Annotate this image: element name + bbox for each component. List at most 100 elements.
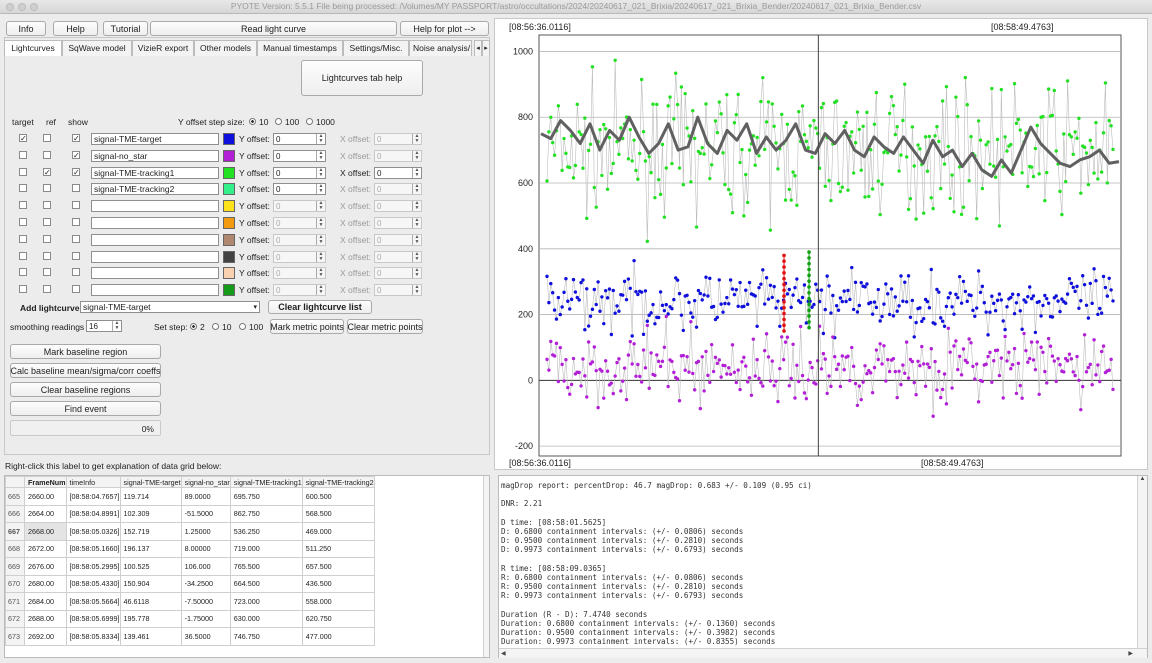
scroll-up-icon[interactable]: ▲ <box>1138 476 1147 482</box>
curve-name-field[interactable] <box>91 250 219 263</box>
report-vertical-scrollbar[interactable]: ▲ <box>1137 476 1147 648</box>
table-cell[interactable]: 600.500 <box>301 487 375 506</box>
stepper-arrows-icon[interactable]: ▲ ▼ <box>412 167 421 178</box>
show-checkbox[interactable]: ✓ <box>72 134 80 143</box>
curve-name-field[interactable]: signal-TME-tracking2 <box>91 183 219 196</box>
ref-checkbox[interactable] <box>43 218 51 226</box>
curve-name-field[interactable]: signal-TME-target <box>91 133 219 145</box>
stepper-arrows-icon[interactable]: ▲ ▼ <box>316 150 325 161</box>
stepper-arrows-icon[interactable]: ▲ ▼ <box>316 218 325 228</box>
ref-checkbox[interactable]: ✓ <box>43 167 51 176</box>
target-checkbox[interactable] <box>19 251 27 260</box>
tab-scroll-right-icon[interactable]: ▸ <box>482 40 490 56</box>
table-cell[interactable]: 46.6118 <box>119 592 182 611</box>
target-checkbox[interactable] <box>19 150 27 159</box>
grid-column-header[interactable]: FrameNum <box>24 476 67 488</box>
table-cell[interactable]: [08:58:05.6999] <box>65 609 121 628</box>
table-cell[interactable]: 536.250 <box>229 522 303 541</box>
row-number[interactable]: 667 <box>5 522 25 541</box>
clear-metric-points-button[interactable]: Clear metric points <box>347 319 423 334</box>
lightcurve-plot[interactable]: -200 0 200 400 600 800 1000 [08:56:36.0116] [08:… <box>495 19 1149 471</box>
table-cell[interactable]: 89.0000 <box>180 487 231 506</box>
table-cell[interactable]: 695.750 <box>229 487 303 506</box>
table-cell[interactable]: 36.5000 <box>180 627 231 646</box>
ref-checkbox[interactable] <box>43 234 51 243</box>
table-cell[interactable]: 2672.00 <box>24 539 67 558</box>
table-cell[interactable]: 139.461 <box>119 627 182 646</box>
table-cell[interactable]: 620.750 <box>301 609 375 628</box>
show-checkbox[interactable] <box>72 218 80 226</box>
find-event-button[interactable]: Find event <box>10 401 161 416</box>
y-offset-stepper[interactable]: 0 ▲ ▼ <box>273 200 326 213</box>
scroll-right-icon[interactable]: ▶ <box>1128 650 1133 657</box>
ref-checkbox[interactable] <box>43 134 51 142</box>
stepper-arrows-icon[interactable]: ▲ ▼ <box>316 285 325 296</box>
table-cell[interactable]: 765.500 <box>229 557 303 576</box>
show-checkbox[interactable] <box>72 184 80 193</box>
table-cell[interactable]: 195.778 <box>119 609 182 628</box>
lightcurves-tab-help-button[interactable]: Lightcurves tab help <box>301 60 423 96</box>
table-cell[interactable]: -7.50000 <box>180 592 231 611</box>
tab-settings-misc[interactable]: Settings/Misc. <box>343 40 409 56</box>
mark-baseline-region-button[interactable]: Mark baseline region <box>10 344 161 359</box>
target-checkbox[interactable] <box>19 167 27 176</box>
table-cell[interactable]: [08:58:05.5664] <box>65 592 121 611</box>
curve-color-swatch[interactable] <box>223 200 235 213</box>
row-number[interactable]: 668 <box>5 539 25 558</box>
table-cell[interactable]: 1.25000 <box>180 522 231 541</box>
clear-lightcurve-list-button[interactable]: Clear lightcurve list <box>268 300 372 314</box>
step-100-radio[interactable] <box>275 118 282 125</box>
tutorial-button[interactable]: Tutorial <box>103 21 148 36</box>
curve-name-field[interactable] <box>91 284 219 297</box>
curve-name-field[interactable] <box>91 267 219 280</box>
table-cell[interactable]: [08:58:04.7657] <box>65 487 121 506</box>
stepper-arrows-icon[interactable]: ▲ ▼ <box>316 234 325 245</box>
table-cell[interactable]: 152.719 <box>119 522 182 541</box>
report-horizontal-scrollbar[interactable]: ◀ ▶ <box>499 648 1147 658</box>
table-cell[interactable]: [08:58:05.0326] <box>65 522 121 541</box>
table-row[interactable]: 672 2688.00 [08:58:05.6999] 195.778 -1.75000… <box>5 609 375 628</box>
stepper-arrows-icon[interactable]: ▲ ▼ <box>316 268 325 279</box>
ref-checkbox[interactable] <box>43 201 51 210</box>
stepper-arrows-icon[interactable]: ▲ ▼ <box>412 251 421 262</box>
show-checkbox[interactable] <box>72 268 80 277</box>
show-checkbox[interactable]: ✓ <box>72 167 80 176</box>
show-checkbox[interactable] <box>72 251 80 260</box>
row-number[interactable]: 669 <box>5 557 25 576</box>
y-offset-stepper[interactable]: 0 ▲ ▼ <box>273 149 326 162</box>
ref-checkbox[interactable] <box>43 285 51 294</box>
table-cell[interactable]: 119.714 <box>119 487 182 506</box>
table-cell[interactable]: 102.309 <box>119 504 182 523</box>
curve-color-swatch[interactable] <box>223 166 235 179</box>
stepper-arrows-icon[interactable]: ▲ ▼ <box>412 234 421 245</box>
curve-color-swatch[interactable] <box>223 284 235 297</box>
table-cell[interactable]: [08:58:05.2995] <box>65 557 121 576</box>
stepper-arrows-icon[interactable]: ▲ ▼ <box>412 268 421 279</box>
x-offset-stepper[interactable]: 0 ▲ ▼ <box>374 233 422 246</box>
show-checkbox[interactable]: ✓ <box>72 150 80 159</box>
x-offset-stepper[interactable]: 0 ▲ ▼ <box>374 284 422 297</box>
curve-name-field[interactable] <box>91 200 219 213</box>
table-cell[interactable]: 719.000 <box>229 539 303 558</box>
set-step-10-radio[interactable] <box>212 323 219 330</box>
ref-checkbox[interactable] <box>43 268 51 277</box>
help-button[interactable]: Help <box>53 21 98 36</box>
target-checkbox[interactable] <box>19 184 27 193</box>
tab-vizier-export[interactable]: VizieR export <box>132 40 194 56</box>
show-checkbox[interactable] <box>72 234 80 243</box>
tab-manual-timestamps[interactable]: Manual timestamps <box>257 40 343 56</box>
y-offset-stepper[interactable]: 0 ▲ ▼ <box>273 233 326 246</box>
stepper-arrows-icon[interactable]: ▲ ▼ <box>112 321 121 331</box>
curve-name-field[interactable]: signal-TME-tracking1 <box>91 166 219 179</box>
tab-scroll-left-icon[interactable]: ◂ <box>474 40 482 56</box>
curve-name-field[interactable] <box>91 217 219 229</box>
data-grid[interactable]: FrameNum timeInfo signal-TME-target signal-… <box>4 475 490 658</box>
minimize-window-icon[interactable] <box>18 3 26 11</box>
grid-column-header[interactable]: timeInfo <box>65 476 121 488</box>
tab-other-models[interactable]: Other models <box>194 40 257 56</box>
table-cell[interactable]: 657.500 <box>301 557 375 576</box>
data-grid-table[interactable]: FrameNum timeInfo signal-TME-target signal-… <box>5 476 375 646</box>
table-cell[interactable]: 100.525 <box>119 557 182 576</box>
table-cell[interactable]: 469.000 <box>301 522 375 541</box>
tab-lightcurves[interactable]: Lightcurves <box>4 40 62 56</box>
